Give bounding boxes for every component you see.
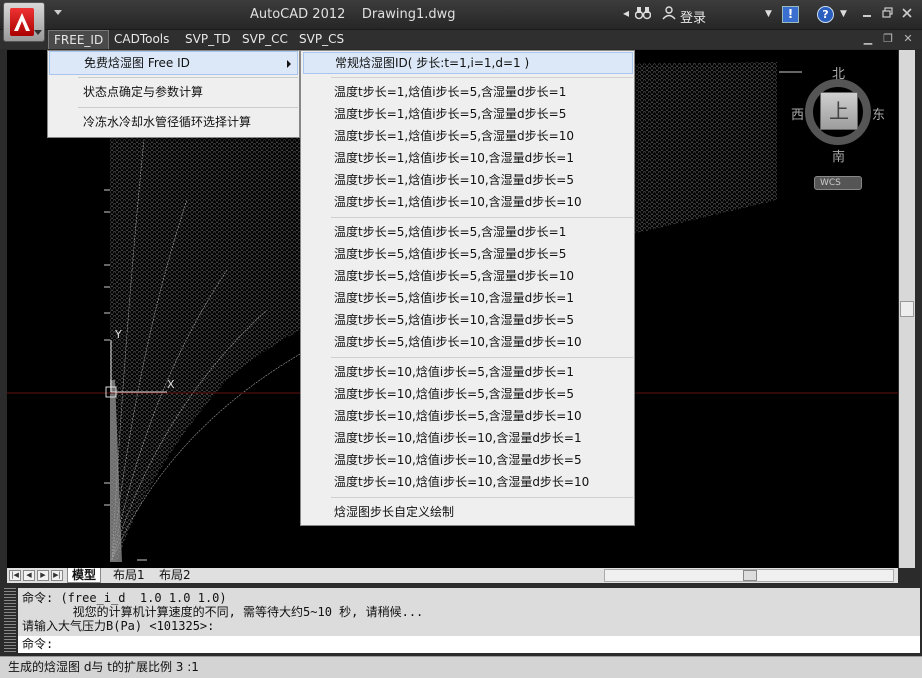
tab-layout1[interactable]: 布局1	[109, 568, 149, 583]
restore-icon[interactable]	[878, 4, 896, 24]
vertical-scrollbar[interactable]	[899, 50, 915, 568]
submenu-item-t10-i10-d10[interactable]: 温度t步长=10,焓值i步长=10,含湿量d步长=10	[303, 471, 633, 493]
menu-item-state-point[interactable]: 状态点确定与参数计算	[49, 80, 298, 104]
help-dropdown-icon[interactable]: ▼	[840, 9, 847, 19]
menu-separator	[78, 107, 298, 108]
ucs-x-label: X	[167, 378, 175, 391]
command-input[interactable]: 命令:	[18, 636, 920, 653]
menu-item-pipe-selection[interactable]: 冷冻水冷却水管径循环选择计算	[49, 110, 298, 134]
horizontal-scroll-thumb[interactable]	[743, 570, 757, 581]
free-id-submenu: 常规焓湿图ID( 步长:t=1,i=1,d=1 ) 温度t步长=1,焓值i步长=…	[300, 50, 635, 526]
menu-svp-cc[interactable]: SVP_CC	[237, 30, 293, 49]
submenu-item-t1-i10-d1[interactable]: 温度t步长=1,焓值i步长=10,含湿量d步长=1	[303, 147, 633, 169]
menu-free-id[interactable]: FREE_ID	[48, 30, 110, 49]
viewcube-south[interactable]: 南	[832, 146, 845, 165]
title-bar: AutoCAD 2012 Drawing1.dwg ◂ 登录 ▼ ! ? ▼	[0, 0, 922, 30]
info-center-icon[interactable]: !	[782, 6, 799, 23]
doc-restore-icon[interactable]: ❐	[880, 31, 896, 47]
wcs-menu-button[interactable]: WCS	[814, 176, 862, 190]
submenu-item-t10-i5-d1[interactable]: 温度t步长=10,焓值i步长=5,含湿量d步长=1	[303, 361, 633, 383]
autocad-logo-icon	[10, 8, 34, 36]
submenu-item-t10-i5-d5[interactable]: 温度t步长=10,焓值i步长=5,含湿量d步长=5	[303, 383, 633, 405]
submenu-item-t5-i5-d1[interactable]: 温度t步长=5,焓值i步长=5,含湿量d步长=1	[303, 221, 633, 243]
submenu-item-t1-i5-d1[interactable]: 温度t步长=1,焓值i步长=5,含湿量d步长=1	[303, 81, 633, 103]
login-link[interactable]: 登录	[680, 7, 706, 26]
submenu-item-t5-i10-d5[interactable]: 温度t步长=5,焓值i步长=10,含湿量d步长=5	[303, 309, 633, 331]
layout-tabs-bar: |◀ ◀ ▶ ▶| 模型 布局1 布局2	[7, 568, 898, 583]
submenu-item-t5-i5-d10[interactable]: 温度t步长=5,焓值i步长=5,含湿量d步长=10	[303, 265, 633, 287]
tab-prev-icon[interactable]: ◀	[23, 570, 35, 581]
submenu-arrow-icon	[287, 60, 291, 68]
ucs-y-label: Y	[114, 328, 122, 341]
application-menu-button[interactable]	[3, 2, 45, 42]
window-edge	[915, 50, 922, 568]
tab-last-icon[interactable]: ▶|	[51, 570, 63, 581]
quick-access-dropdown-icon[interactable]	[54, 10, 62, 15]
menu-separator	[331, 497, 633, 498]
submenu-item-t1-i5-d5[interactable]: 温度t步长=1,焓值i步长=5,含湿量d步长=5	[303, 103, 633, 125]
tab-model[interactable]: 模型	[67, 568, 102, 583]
submenu-item-t10-i10-d1[interactable]: 温度t步长=10,焓值i步长=10,含湿量d步长=1	[303, 427, 633, 449]
menu-separator	[331, 357, 633, 358]
viewcube-north[interactable]: 北	[832, 63, 845, 82]
viewcube-top-face[interactable]: 上	[820, 92, 858, 130]
tab-next-icon[interactable]: ▶	[37, 570, 49, 581]
submenu-item-t5-i10-d1[interactable]: 温度t步长=5,焓值i步长=10,含湿量d步长=1	[303, 287, 633, 309]
submenu-item-t10-i10-d5[interactable]: 温度t步长=10,焓值i步长=10,含湿量d步长=5	[303, 449, 633, 471]
tab-layout2[interactable]: 布局2	[155, 568, 195, 583]
submenu-item-t5-i5-d5[interactable]: 温度t步长=5,焓值i步长=5,含湿量d步长=5	[303, 243, 633, 265]
tab-first-icon[interactable]: |◀	[9, 570, 21, 581]
menu-separator	[331, 217, 633, 218]
menu-svp-td[interactable]: SVP_TD	[180, 30, 236, 49]
user-icon[interactable]	[662, 6, 676, 23]
menu-svp-cs[interactable]: SVP_CS	[294, 30, 349, 49]
minimize-icon[interactable]	[858, 4, 876, 24]
chevron-down-icon	[34, 30, 42, 35]
submenu-item-t10-i5-d10[interactable]: 温度t步长=10,焓值i步长=5,含湿量d步长=10	[303, 405, 633, 427]
doc-close-icon[interactable]: ✕	[900, 31, 916, 47]
vertical-scroll-thumb[interactable]	[900, 301, 914, 317]
menu-separator	[78, 77, 298, 78]
help-icon[interactable]: ?	[817, 6, 834, 23]
window-title: AutoCAD 2012 Drawing1.dwg	[250, 7, 456, 22]
menu-item-free-id-chart[interactable]: 免费焓湿图 Free ID	[49, 51, 298, 75]
horizontal-scrollbar[interactable]	[604, 569, 894, 582]
login-dropdown-icon[interactable]: ▼	[765, 9, 772, 19]
viewcube-west[interactable]: 西	[791, 104, 804, 123]
submenu-item-standard[interactable]: 常规焓湿图ID( 步长:t=1,i=1,d=1 )	[303, 52, 633, 74]
menu-cadtools[interactable]: CADTools	[109, 30, 174, 49]
menu-bar: FREE_ID CADTools SVP_TD SVP_CC SVP_CS	[0, 30, 922, 49]
free-id-menu: 免费焓湿图 Free ID 状态点确定与参数计算 冷冻水冷却水管径循环选择计算	[47, 50, 300, 138]
command-history: 命令: (free_i_d 1.0 1.0 1.0) 视您的计算机计算速度的不同…	[18, 588, 920, 636]
search-back-icon[interactable]: ◂	[623, 6, 629, 20]
status-bar: 生成的焓湿图 d与 t的扩展比例 3 :1	[0, 656, 922, 678]
submenu-item-t5-i10-d10[interactable]: 温度t步长=5,焓值i步长=10,含湿量d步长=10	[303, 331, 633, 353]
submenu-item-t1-i10-d5[interactable]: 温度t步长=1,焓值i步长=10,含湿量d步长=5	[303, 169, 633, 191]
binoculars-icon[interactable]	[634, 6, 652, 23]
submenu-item-t1-i10-d10[interactable]: 温度t步长=1,焓值i步长=10,含湿量d步长=10	[303, 191, 633, 213]
menu-separator	[331, 77, 633, 78]
submenu-item-t1-i5-d10[interactable]: 温度t步长=1,焓值i步长=5,含湿量d步长=10	[303, 125, 633, 147]
close-icon[interactable]	[898, 4, 916, 24]
command-window-grip[interactable]	[4, 588, 16, 652]
submenu-item-custom[interactable]: 焓湿图步长自定义绘制	[303, 501, 633, 523]
doc-minimize-icon[interactable]: ▁	[860, 31, 876, 47]
viewcube-east[interactable]: 东	[872, 104, 885, 123]
